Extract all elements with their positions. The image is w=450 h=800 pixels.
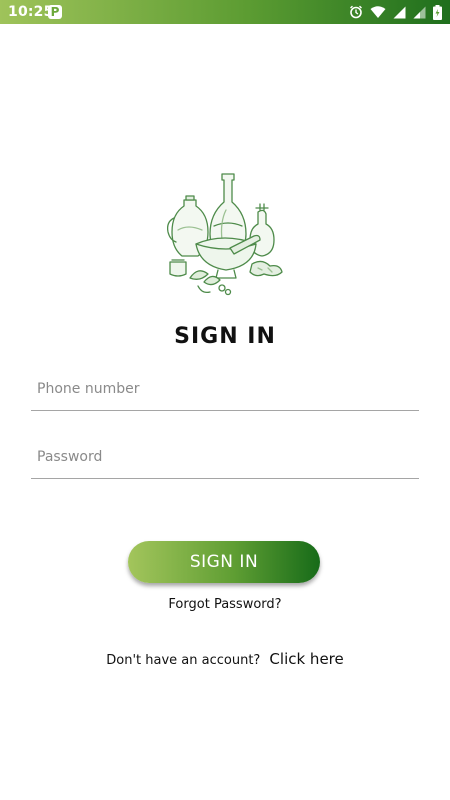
signal-icon-2	[413, 6, 426, 19]
phone-number-input[interactable]	[31, 368, 419, 410]
signup-question: Don't have an account?	[106, 653, 261, 668]
alarm-icon	[349, 5, 363, 19]
herbal-jars-mortar-illustration	[164, 170, 290, 302]
password-input[interactable]	[31, 436, 419, 478]
status-icons	[349, 4, 442, 20]
wifi-icon	[370, 5, 386, 19]
sign-in-button[interactable]: SIGN IN	[128, 541, 320, 583]
status-time: 10:25	[8, 4, 54, 20]
phone-field	[31, 368, 419, 411]
signup-row: Don't have an account? Click here	[0, 649, 450, 668]
sign-in-title: SIGN IN	[174, 324, 276, 349]
status-bar: 10:25 P	[0, 0, 450, 24]
signal-icon	[393, 6, 406, 19]
password-field	[31, 436, 419, 479]
battery-icon	[433, 4, 442, 20]
forgot-password-link[interactable]: Forgot Password?	[0, 597, 450, 612]
app-notification-icon: P	[48, 5, 62, 19]
signup-link[interactable]: Click here	[269, 650, 343, 668]
